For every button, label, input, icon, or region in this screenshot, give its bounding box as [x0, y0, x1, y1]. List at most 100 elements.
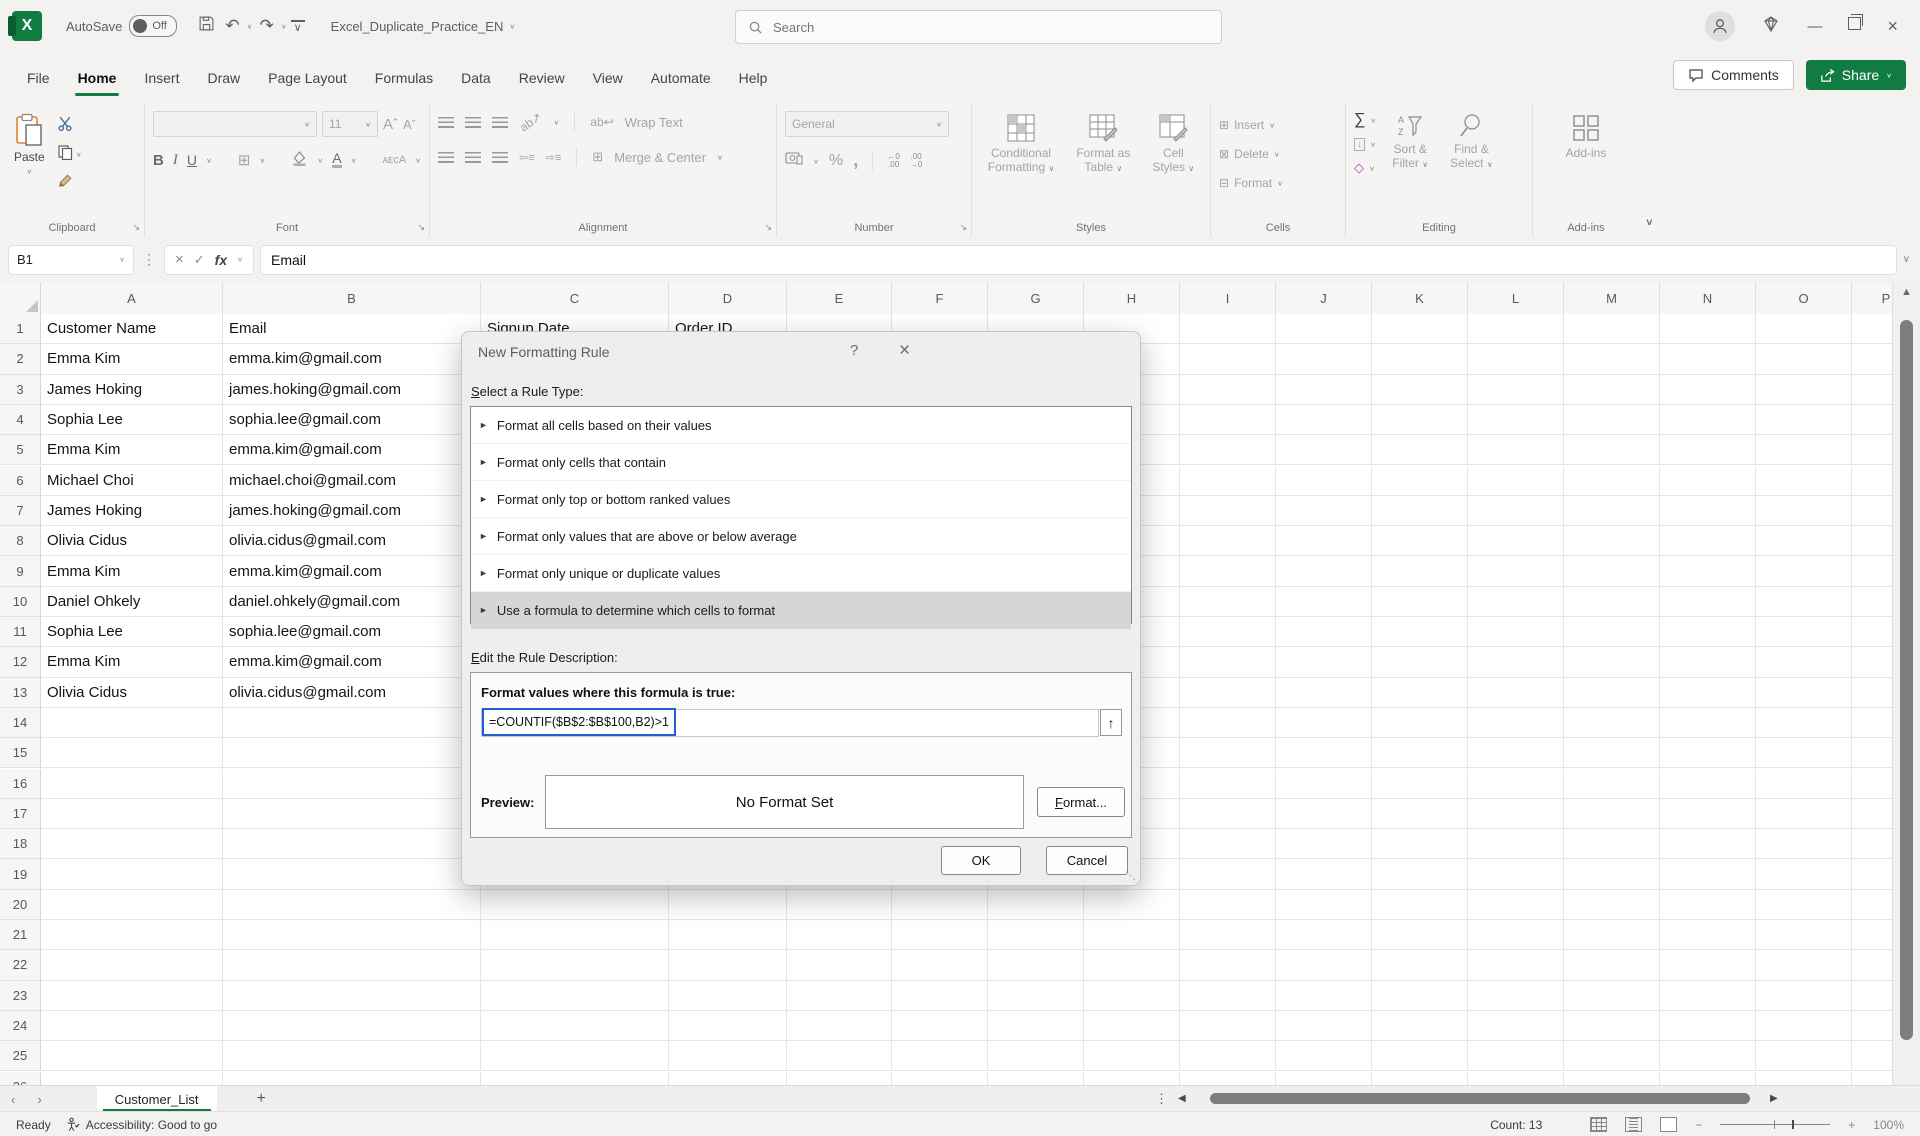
cell-M20[interactable]: [1564, 890, 1660, 920]
row-header-9[interactable]: 9: [0, 556, 41, 586]
comments-button[interactable]: Comments: [1673, 60, 1794, 90]
scroll-up-icon[interactable]: ▲: [1893, 286, 1920, 298]
borders-dropdown-icon[interactable]: ∨: [259, 156, 265, 163]
row-header-19[interactable]: 19: [0, 859, 41, 889]
cell-F25[interactable]: [892, 1041, 988, 1071]
cell-O13[interactable]: [1756, 678, 1852, 708]
cell-K4[interactable]: [1372, 405, 1468, 435]
italic-button[interactable]: I: [173, 152, 178, 169]
rule-type-option-4[interactable]: ►Format only values that are above or be…: [471, 518, 1131, 555]
cell-N13[interactable]: [1660, 678, 1756, 708]
excel-logo-icon[interactable]: X: [12, 11, 42, 41]
cell-F24[interactable]: [892, 1011, 988, 1041]
page-break-view-icon[interactable]: [1660, 1117, 1677, 1132]
cell-I19[interactable]: [1180, 859, 1276, 889]
cell-N11[interactable]: [1660, 617, 1756, 647]
cell-J13[interactable]: [1276, 678, 1372, 708]
cell-B17[interactable]: [223, 799, 481, 829]
cell-E25[interactable]: [787, 1041, 892, 1071]
column-header-B[interactable]: B: [223, 282, 481, 315]
cell-L9[interactable]: [1468, 556, 1564, 586]
cell-A6[interactable]: Michael Choi: [41, 466, 223, 496]
cell-K20[interactable]: [1372, 890, 1468, 920]
cell-H22[interactable]: [1084, 950, 1180, 980]
search-box[interactable]: [735, 10, 1222, 44]
cell-B6[interactable]: michael.choi@gmail.com: [223, 466, 481, 496]
cell-M16[interactable]: [1564, 769, 1660, 799]
cell-I11[interactable]: [1180, 617, 1276, 647]
cell-J12[interactable]: [1276, 647, 1372, 677]
menu-tab-view[interactable]: View: [580, 62, 636, 94]
clipboard-dialog-launcher-icon[interactable]: ↘: [132, 222, 140, 233]
cell-A11[interactable]: Sophia Lee: [41, 617, 223, 647]
insert-cells-button[interactable]: Insert: [1234, 118, 1264, 132]
formula-field[interactable]: =COUNTIF($B$2:$B$100,B2)>1 ↑: [481, 709, 1099, 737]
cell-K21[interactable]: [1372, 920, 1468, 950]
cell-K15[interactable]: [1372, 738, 1468, 768]
cell-N2[interactable]: [1660, 344, 1756, 374]
cell-K17[interactable]: [1372, 799, 1468, 829]
menu-tab-help[interactable]: Help: [726, 62, 781, 94]
cell-G20[interactable]: [988, 890, 1084, 920]
accounting-dropdown-icon[interactable]: ∨: [813, 157, 819, 164]
expand-formula-bar-icon[interactable]: ∨: [1903, 254, 1910, 265]
cell-I10[interactable]: [1180, 587, 1276, 617]
cell-M9[interactable]: [1564, 556, 1660, 586]
cell-M13[interactable]: [1564, 678, 1660, 708]
cell-A1[interactable]: Customer Name: [41, 314, 223, 344]
menu-tab-draw[interactable]: Draw: [194, 62, 253, 94]
cell-O23[interactable]: [1756, 981, 1852, 1011]
row-header-18[interactable]: 18: [0, 829, 41, 859]
column-header-F[interactable]: F: [892, 282, 988, 315]
cell-E20[interactable]: [787, 890, 892, 920]
cell-M24[interactable]: [1564, 1011, 1660, 1041]
cell-O24[interactable]: [1756, 1011, 1852, 1041]
cell-L10[interactable]: [1468, 587, 1564, 617]
clear-icon[interactable]: ◇: [1354, 160, 1364, 176]
cell-K11[interactable]: [1372, 617, 1468, 647]
cell-I21[interactable]: [1180, 920, 1276, 950]
font-dialog-launcher-icon[interactable]: ↘: [417, 222, 425, 233]
cell-B2[interactable]: emma.kim@gmail.com: [223, 344, 481, 374]
number-dialog-launcher-icon[interactable]: ↘: [959, 222, 967, 233]
clear-formatting-icon[interactable]: ᴀᴇᴄA: [382, 154, 406, 166]
cell-L5[interactable]: [1468, 435, 1564, 465]
cell-C22[interactable]: [481, 950, 669, 980]
cell-I4[interactable]: [1180, 405, 1276, 435]
tabbar-kebab-icon[interactable]: ⋮: [1155, 1091, 1168, 1107]
cell-O21[interactable]: [1756, 920, 1852, 950]
rule-type-option-3[interactable]: ►Format only top or bottom ranked values: [471, 481, 1131, 518]
cell-K3[interactable]: [1372, 375, 1468, 405]
cell-M15[interactable]: [1564, 738, 1660, 768]
row-header-12[interactable]: 12: [0, 647, 41, 677]
filename-dropdown-icon[interactable]: ∨: [509, 22, 515, 29]
cell-L7[interactable]: [1468, 496, 1564, 526]
column-header-G[interactable]: G: [988, 282, 1084, 315]
cell-N24[interactable]: [1660, 1011, 1756, 1041]
format-button[interactable]: Format...: [1037, 787, 1125, 817]
cell-H25[interactable]: [1084, 1041, 1180, 1071]
fill-down-icon[interactable]: ↓: [1354, 138, 1365, 151]
cell-K23[interactable]: [1372, 981, 1468, 1011]
zoom-in-icon[interactable]: +: [1848, 1118, 1855, 1132]
cell-D24[interactable]: [669, 1011, 787, 1041]
cell-M6[interactable]: [1564, 466, 1660, 496]
cell-N5[interactable]: [1660, 435, 1756, 465]
cell-J3[interactable]: [1276, 375, 1372, 405]
cell-M23[interactable]: [1564, 981, 1660, 1011]
cell-L13[interactable]: [1468, 678, 1564, 708]
cell-G25[interactable]: [988, 1041, 1084, 1071]
increase-indent-icon[interactable]: ⇨≡: [546, 151, 562, 164]
account-avatar[interactable]: [1705, 11, 1735, 41]
cell-K6[interactable]: [1372, 466, 1468, 496]
cell-J21[interactable]: [1276, 920, 1372, 950]
cell-J9[interactable]: [1276, 556, 1372, 586]
cell-I2[interactable]: [1180, 344, 1276, 374]
cell-J22[interactable]: [1276, 950, 1372, 980]
cell-styles-button[interactable]: CellStyles ∨: [1146, 111, 1200, 176]
cell-J2[interactable]: [1276, 344, 1372, 374]
addins-button[interactable]: Add-ins: [1560, 111, 1613, 162]
cell-I5[interactable]: [1180, 435, 1276, 465]
column-header-C[interactable]: C: [481, 282, 669, 315]
undo-button[interactable]: ↶: [222, 16, 242, 36]
